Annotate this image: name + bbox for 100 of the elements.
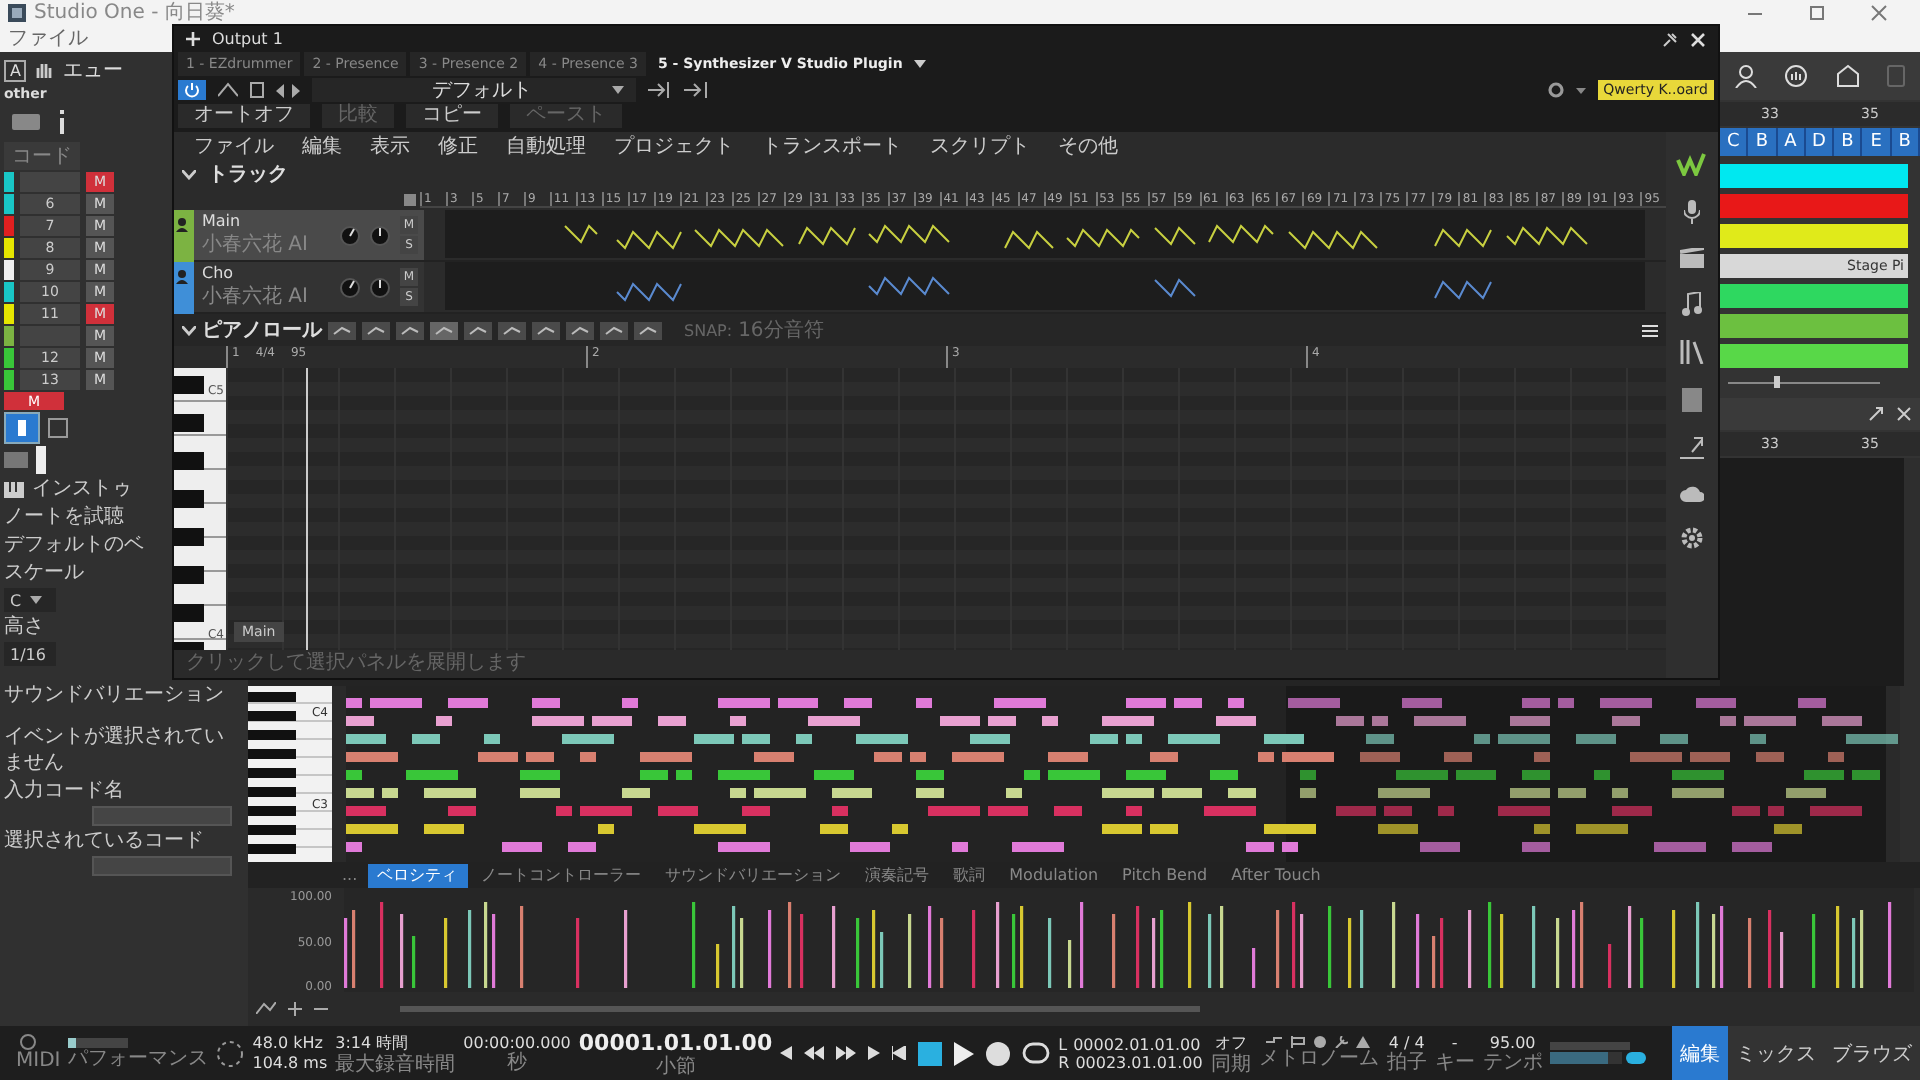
scrollbar[interactable] [400,1005,1200,1011]
scrollbar[interactable] [1900,686,1920,862]
menu-item[interactable]: 自動処理 [506,132,586,160]
close-icon[interactable] [1896,406,1912,422]
settings-icon[interactable] [1547,82,1564,98]
logo-icon[interactable] [1676,152,1708,176]
key-value: - [1451,1033,1458,1051]
loop-icon[interactable] [1022,1041,1051,1065]
metronome-label: メトロノーム [1258,1050,1379,1070]
user-icon[interactable] [1733,64,1758,88]
menu-item[interactable]: 修正 [438,132,478,160]
lane-tab[interactable]: 歌詞 [943,863,996,887]
track-name: Main [202,212,243,230]
play-icon[interactable] [954,1041,975,1065]
midi-label: MIDI [16,1052,61,1072]
chord-event[interactable]: B [1748,128,1778,156]
triangle-icon[interactable] [1356,1036,1371,1048]
previous-marker-icon[interactable] [780,1046,793,1060]
slider-thumb[interactable] [1773,376,1780,388]
audition-label: ノートを試聴 [4,504,124,530]
knob-pair-drawing[interactable] [340,225,392,245]
quantize-dropdown[interactable]: 1/16 [4,642,56,666]
rewind-icon[interactable] [804,1046,825,1060]
power-icon[interactable] [178,80,206,100]
return-to-start-icon[interactable] [892,1046,907,1060]
routing-icon[interactable] [684,82,708,98]
volume-slider[interactable] [1550,1052,1623,1064]
cloud-icon[interactable] [1680,484,1704,502]
lane-tab[interactable]: After Touch [1221,863,1331,887]
menu-item[interactable]: ファイル [8,26,88,52]
lane-tab[interactable]: ノートコントローラー [471,863,652,887]
chord-event[interactable]: E [1862,128,1892,156]
info-icon[interactable] [56,110,68,134]
wrench-icon[interactable] [1334,1036,1349,1048]
chord-event[interactable]: B [1891,128,1920,156]
library-icon[interactable] [1680,340,1704,364]
expand-icon[interactable] [1868,406,1884,422]
copy-button[interactable]: コピー [406,104,498,128]
home-icon[interactable] [1835,64,1860,88]
chord-event[interactable]: A [1777,128,1806,156]
restore-icon[interactable] [1808,4,1826,22]
chevron-icon[interactable] [182,325,196,335]
lane-tab[interactable]: ベロシティ [367,863,468,887]
page-tab[interactable]: 編集 [1672,1026,1728,1080]
chord-track-label: コード [4,142,80,170]
page-tab[interactable]: ブラウズ [1824,1026,1920,1080]
input-chord-field[interactable] [92,806,232,826]
preset-dropdown[interactable]: デフォルト [312,78,636,102]
document-icon[interactable] [250,82,264,98]
menu-item[interactable]: 編集 [302,132,342,160]
auto-off-button[interactable]: オートオフ [178,104,310,128]
stop-icon[interactable] [918,1041,943,1065]
caret-icon[interactable] [1575,87,1586,93]
lane-tab[interactable]: 演奏記号 [855,863,940,887]
chevron-icon[interactable] [182,169,196,179]
pin-icon[interactable] [1662,31,1678,47]
input-chord-label: 入力コード名 [4,778,124,804]
next-marker-icon[interactable] [868,1046,881,1060]
folder-icon[interactable] [12,112,40,132]
caret-icon[interactable] [914,60,927,68]
plus-icon[interactable] [288,1001,302,1015]
page-tab[interactable]: ミックス [1728,1026,1824,1080]
microphone-icon[interactable] [1684,200,1700,224]
piano-keyboard[interactable] [248,686,332,862]
fast-forward-icon[interactable] [836,1046,857,1060]
selected-chord-field[interactable] [92,856,232,876]
chord-event[interactable]: B [1834,128,1863,156]
menu-item[interactable]: 表示 [370,132,410,160]
scale-label: スケール [4,560,84,586]
lane-tab[interactable]: サウンドバリエーション [655,863,852,887]
menu-item[interactable]: トランスポート [762,132,902,160]
export-icon[interactable] [1680,436,1704,460]
instrument-name: エュー [62,58,123,84]
lane-tab[interactable]: Modulation [999,863,1109,887]
music-note-icon[interactable] [1682,292,1702,316]
menu-item[interactable]: その他 [1058,132,1118,160]
menu-icon[interactable] [1642,323,1658,337]
prev-next-icon[interactable] [276,83,300,97]
sidechain-icon[interactable] [648,82,672,98]
settings-icon[interactable] [1680,526,1704,550]
more-button[interactable]: ... [336,866,364,884]
record-icon[interactable] [986,1041,1011,1065]
menu-item[interactable]: スクリプト [930,132,1030,160]
seconds-label: 秒 [507,1053,528,1073]
clapperboard-icon[interactable] [1680,248,1704,268]
meter-icon[interactable] [1784,64,1809,88]
scale-dropdown[interactable]: C [4,588,56,612]
lane-tab[interactable]: Pitch Bend [1112,863,1218,887]
instrument-badge: A [4,59,27,81]
instrument-button[interactable] [4,412,40,444]
chord-event[interactable]: D [1805,128,1835,156]
bar-position: 00001.01.01.00 [578,1029,773,1055]
window-icon[interactable] [48,418,68,438]
automation-icon[interactable] [218,82,238,98]
knob-pair-drawing[interactable] [340,277,392,297]
toggle-icon[interactable] [1626,1052,1647,1064]
curve-icon[interactable] [256,1002,276,1014]
small-square-icon[interactable] [404,193,416,205]
menu-item[interactable]: ファイル [194,132,274,160]
menu-item[interactable]: プロジェクト [614,132,734,160]
